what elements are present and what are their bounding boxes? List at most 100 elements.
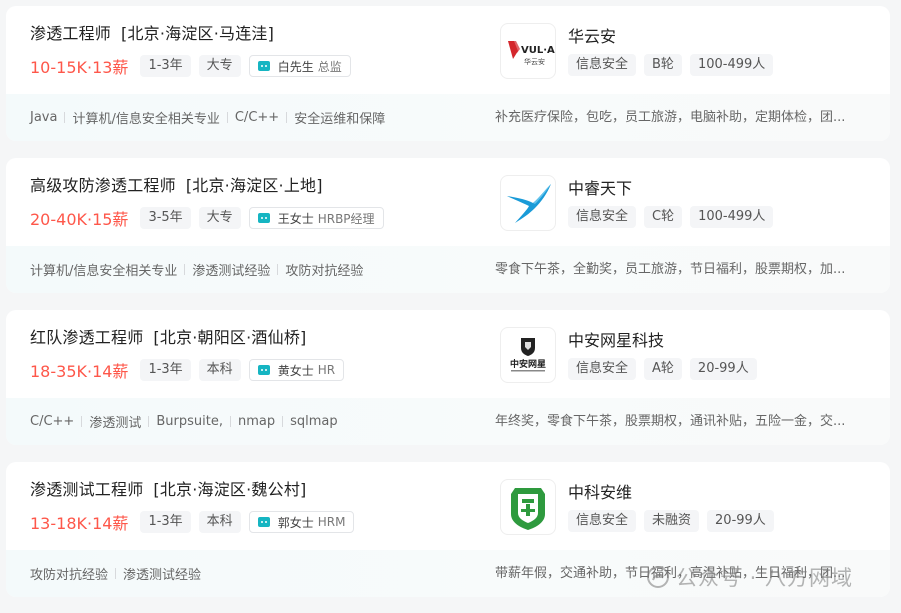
job-meta: 10-15K·13薪 1-3年 大专 白先生 总监: [30, 54, 351, 78]
skill-tag: 渗透测试: [89, 416, 142, 431]
job-location: [北京·朝阳区·酒仙桥]: [153, 328, 307, 347]
job-title-line[interactable]: 高级攻防渗透工程师 [北京·海淀区·上地]: [30, 172, 323, 196]
experience-tag: 3-5年: [140, 207, 191, 229]
company-industry: 信息安全: [568, 206, 637, 228]
skill-tag: 计算机/信息安全相关专业: [72, 112, 220, 127]
company-logo[interactable]: [500, 175, 556, 231]
skill-tag: 攻防对抗经验: [285, 264, 364, 279]
separator: [277, 264, 279, 275]
job-title-line[interactable]: 渗透测试工程师 [北京·海淀区·魏公村]: [30, 476, 306, 500]
separator: [115, 568, 117, 579]
company-tags: 信息安全 未融资 20-99人: [568, 510, 782, 532]
recruiter-name: 王女士: [277, 211, 314, 226]
company-size: 100-499人: [689, 54, 774, 76]
company-stage: 未融资: [644, 510, 700, 532]
separator: [184, 264, 186, 275]
company-industry: 信息安全: [568, 358, 637, 380]
company-name[interactable]: 中安网星科技: [568, 327, 664, 351]
skill-tag: nmap: [237, 414, 276, 429]
chat-icon: [257, 365, 270, 375]
skill-tag: C/C++: [30, 414, 75, 429]
recruiter-role: HRM: [317, 515, 346, 529]
separator: [81, 416, 83, 427]
company-stage: B轮: [644, 54, 682, 76]
separator: [64, 112, 66, 123]
job-title[interactable]: 渗透工程师: [30, 24, 111, 43]
swallow-logo-icon: [507, 184, 551, 223]
company-tags: 信息安全 A轮 20-99人: [568, 358, 765, 380]
company-size: 20-99人: [689, 358, 757, 380]
skill-tag: C/C++: [234, 110, 280, 125]
recruiter-name: 白先生: [277, 59, 314, 74]
recruiter-role: HRBP经理: [317, 211, 375, 226]
chat-icon: [257, 517, 270, 527]
recruiter-name: 郭女士: [277, 515, 314, 530]
watermark: 公众号 · 八方网域: [646, 560, 853, 594]
skill-tag: 安全运维和保障: [294, 112, 386, 127]
recruiter-role: 总监: [317, 59, 342, 74]
education-tag: 本科: [198, 511, 241, 533]
company-name[interactable]: 中科安维: [568, 479, 632, 503]
vulai-logo-icon: VUL·AI 华云安: [508, 41, 555, 66]
recruiter-name: 黄女士: [277, 363, 314, 378]
job-card[interactable]: 渗透工程师 [北京·海淀区·马连洼] 10-15K·13薪 1-3年 大专 白先生…: [6, 6, 890, 141]
recruiter-chat-button[interactable]: 白先生 总监: [248, 55, 351, 77]
skill-tag: Java: [30, 110, 58, 125]
logo-text: 中安网星: [510, 358, 546, 370]
recruiter-chat-button[interactable]: 王女士 HRBP经理: [248, 207, 384, 229]
job-location: [北京·海淀区·马连洼]: [121, 24, 275, 43]
company-benefits: 零食下午茶，全勤奖，员工旅游，节日福利，股票期权，加...: [495, 262, 846, 277]
shield-logo-icon: 中安网星: [510, 338, 546, 372]
separator: [286, 112, 288, 123]
company-size: 100-499人: [690, 206, 774, 228]
skill-tags: 计算机/信息安全相关专业 渗透测试经验 攻防对抗经验: [30, 246, 363, 293]
skill-tag: 渗透测试经验: [123, 568, 202, 583]
job-title[interactable]: 高级攻防渗透工程师: [30, 176, 176, 195]
skill-tags: C/C++ 渗透测试 Burpsuite, nmap sqlmap: [30, 398, 338, 445]
company-benefits: 补充医疗保险，包吃，员工旅游，电脑补助，定期体检，团...: [495, 110, 846, 125]
chat-icon: [257, 61, 270, 71]
company-industry: 信息安全: [568, 510, 637, 532]
job-title[interactable]: 红队渗透工程师: [30, 328, 143, 347]
education-tag: 本科: [198, 359, 241, 381]
education-tag: 大专: [198, 55, 241, 77]
separator: [148, 416, 150, 427]
job-location: [北京·海淀区·魏公村]: [153, 480, 307, 499]
company-benefits: 年终奖，零食下午茶，股票期权，通讯补贴，五险一金，交...: [495, 414, 846, 429]
job-meta: 18-35K·14薪 1-3年 本科 黄女士 HR: [30, 358, 345, 382]
company-size: 20-99人: [707, 510, 774, 532]
separator: [282, 416, 284, 427]
company-stage: C轮: [644, 206, 683, 228]
recruiter-chat-button[interactable]: 黄女士 HR: [248, 359, 345, 381]
education-tag: 大专: [198, 207, 241, 229]
job-title[interactable]: 渗透测试工程师: [30, 480, 143, 499]
recruiter-chat-button[interactable]: 郭女士 HRM: [248, 511, 355, 533]
company-logo[interactable]: VUL·AI 华云安: [500, 23, 556, 79]
skill-tags: Java 计算机/信息安全相关专业 C/C++ 安全运维和保障: [30, 94, 385, 141]
job-title-line[interactable]: 红队渗透工程师 [北京·朝阳区·酒仙桥]: [30, 324, 306, 348]
job-meta: 13-18K·14薪 1-3年 本科 郭女士 HRM: [30, 510, 355, 534]
skill-tag: 计算机/信息安全相关专业: [30, 264, 178, 279]
salary: 18-35K·14薪: [30, 362, 129, 381]
company-logo[interactable]: 中安网星: [500, 327, 556, 383]
job-title-line[interactable]: 渗透工程师 [北京·海淀区·马连洼]: [30, 20, 274, 44]
watermark-text: 公众号 · 八方网域: [676, 566, 854, 590]
experience-tag: 1-3年: [140, 511, 191, 533]
job-meta: 20-40K·15薪 3-5年 大专 王女士 HRBP经理: [30, 206, 384, 230]
salary: 10-15K·13薪: [30, 58, 129, 77]
skill-tag: Burpsuite,: [156, 414, 223, 429]
job-card[interactable]: 红队渗透工程师 [北京·朝阳区·酒仙桥] 18-35K·14薪 1-3年 本科 黄…: [6, 310, 890, 445]
company-name[interactable]: 华云安: [568, 23, 616, 47]
experience-tag: 1-3年: [140, 55, 191, 77]
salary: 20-40K·15薪: [30, 210, 129, 229]
separator: [229, 416, 231, 427]
green-badge-logo-icon: [511, 488, 545, 530]
salary: 13-18K·14薪: [30, 514, 129, 533]
company-logo[interactable]: [500, 479, 556, 535]
experience-tag: 1-3年: [140, 359, 191, 381]
skill-tag: sqlmap: [290, 414, 338, 429]
skill-tags: 攻防对抗经验 渗透测试经验: [30, 550, 201, 597]
job-card[interactable]: 高级攻防渗透工程师 [北京·海淀区·上地] 20-40K·15薪 3-5年 大专 …: [6, 158, 890, 293]
company-name[interactable]: 中睿天下: [568, 175, 632, 199]
recruiter-role: HR: [317, 363, 336, 377]
